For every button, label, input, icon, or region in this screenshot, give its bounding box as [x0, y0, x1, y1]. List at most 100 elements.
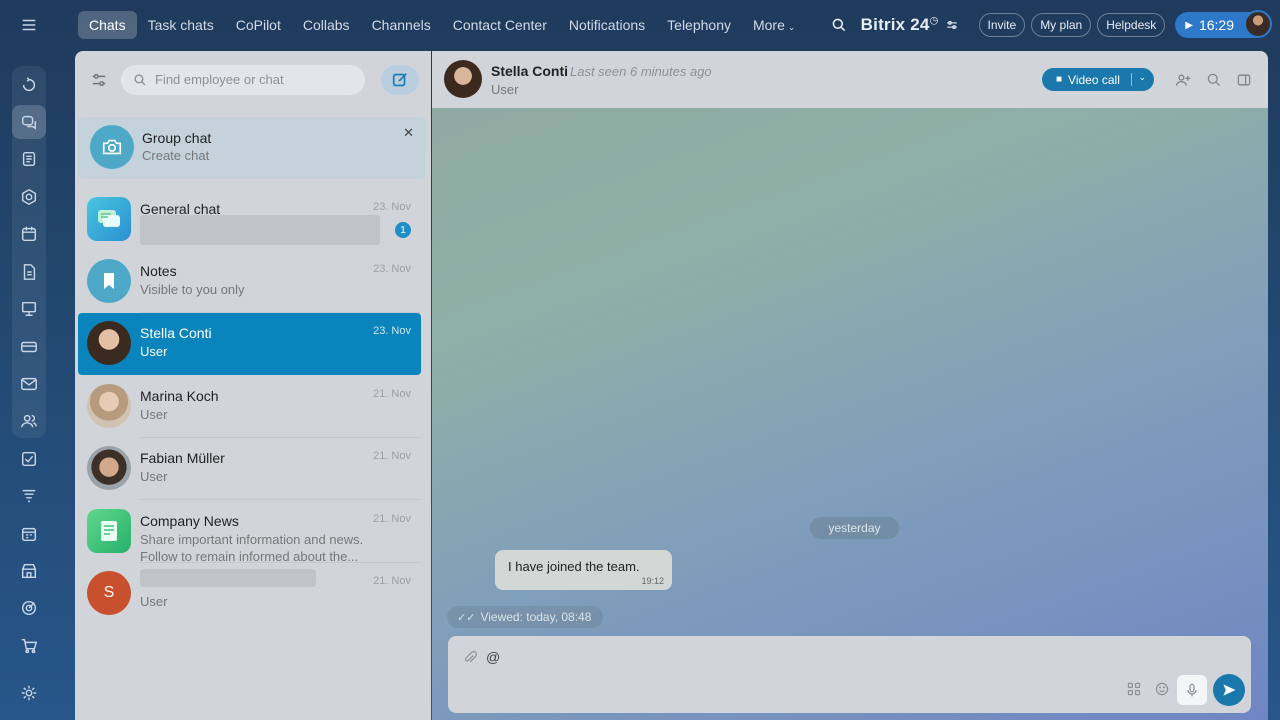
unread-badge: 1 — [395, 222, 411, 238]
camera-icon — [90, 125, 134, 169]
chat-search-input[interactable] — [155, 72, 345, 87]
chat-item-s-user[interactable]: S User 21. Nov — [78, 563, 421, 625]
blurred-name — [140, 569, 316, 587]
left-rail — [0, 0, 60, 720]
board-icon[interactable] — [12, 292, 46, 326]
close-icon[interactable]: ✕ — [403, 125, 414, 141]
nav-task-chats[interactable]: Task chats — [137, 11, 225, 39]
work-time: 16:29 — [1198, 17, 1234, 33]
apps-grid-icon[interactable] — [1125, 680, 1143, 698]
chat-list-header — [75, 51, 431, 108]
search-icon — [134, 73, 146, 85]
contact-role: User — [491, 82, 519, 97]
chat-date: 21. Nov — [373, 450, 411, 462]
last-seen: Last seen 6 minutes ago — [570, 64, 712, 79]
chat-item-stella-conti[interactable]: Stella Conti User 23. Nov — [78, 313, 421, 375]
chat-name: Stella Conti — [140, 325, 212, 341]
brand-name: Bitrix 24 — [860, 15, 930, 34]
activity-stream-icon[interactable] — [12, 68, 46, 102]
search-icon[interactable] — [1204, 70, 1224, 90]
chat-subtitle: Visible to you only — [140, 282, 245, 297]
message-time: 19:12 — [641, 576, 664, 586]
funnel-icon[interactable] — [12, 479, 46, 513]
work-day-button[interactable]: ▶ 16:29 — [1175, 10, 1272, 38]
add-user-icon[interactable] — [1173, 70, 1193, 90]
my-plan-button[interactable]: My plan — [1031, 13, 1092, 37]
nav-telephony[interactable]: Telephony — [656, 11, 742, 39]
chat-item-notes[interactable]: Notes Visible to you only 23. Nov — [78, 251, 421, 313]
avatar — [87, 321, 131, 365]
messenger-icon[interactable] — [12, 105, 46, 139]
emoji-icon[interactable] — [1153, 680, 1171, 698]
feed-icon[interactable] — [12, 142, 46, 176]
filter-sliders-icon[interactable] — [85, 66, 113, 94]
search-icon[interactable] — [831, 17, 847, 33]
chat-item-general-chat[interactable]: General chat 23. Nov 1 — [78, 189, 421, 251]
video-call-button[interactable]: ■ Video call ⌄ — [1042, 68, 1154, 91]
top-bar: Chats Task chats CoPilot Collabs Channel… — [60, 0, 1280, 50]
chat-subtitle: User — [140, 344, 168, 359]
chat-item-marina-koch[interactable]: Marina Koch User 21. Nov — [78, 376, 421, 438]
chat-item-company-news[interactable]: Company News Share important information… — [78, 501, 421, 564]
contact-name[interactable]: Stella Conti — [491, 63, 568, 79]
card-icon[interactable] — [12, 330, 46, 364]
paperclip-icon[interactable] — [462, 650, 478, 666]
general-chat-icon — [87, 197, 131, 241]
chevron-down-icon[interactable]: ⌄ — [1138, 72, 1146, 83]
nav-copilot[interactable]: CoPilot — [225, 11, 292, 39]
nav-chats[interactable]: Chats — [78, 11, 137, 39]
divider — [140, 499, 421, 500]
helpdesk-button[interactable]: Helpdesk — [1097, 13, 1166, 37]
microphone-icon[interactable] — [1177, 675, 1207, 705]
chat-search[interactable] — [121, 64, 365, 95]
tasks-icon[interactable] — [12, 442, 46, 476]
avatar — [87, 446, 131, 490]
video-call-label: Video call — [1068, 72, 1120, 87]
document-icon[interactable] — [12, 255, 46, 289]
schedule-icon[interactable] — [12, 517, 46, 551]
cart-icon[interactable] — [12, 629, 46, 663]
group-chat-banner[interactable]: Group chat Create chat ✕ — [78, 117, 426, 179]
initial-avatar: S — [87, 571, 131, 615]
send-icon — [1223, 684, 1236, 696]
nav-more[interactable]: More ⌄ — [742, 11, 806, 39]
sliders-icon[interactable] — [945, 18, 959, 32]
menu-icon[interactable] — [12, 8, 46, 42]
sidebar-toggle-icon[interactable] — [1234, 70, 1254, 90]
viewed-text: Viewed: today, 08:48 — [480, 610, 592, 624]
user-avatar[interactable] — [1244, 10, 1272, 38]
chat-list-panel: Group chat Create chat ✕ General chat 23… — [75, 51, 431, 720]
calendar-icon[interactable] — [12, 217, 46, 251]
chat-name: Notes — [140, 263, 177, 279]
day-divider: yesterday — [810, 517, 899, 539]
mail-icon[interactable] — [12, 367, 46, 401]
chat-name: Marina Koch — [140, 388, 219, 404]
store-icon[interactable] — [12, 554, 46, 588]
top-navigation: Chats Task chats CoPilot Collabs Channel… — [78, 11, 806, 39]
bookmark-icon — [87, 259, 131, 303]
nav-more-label: More — [752, 17, 785, 33]
settings-gear-icon[interactable] — [12, 676, 46, 710]
target-icon[interactable] — [12, 591, 46, 625]
brand-logo[interactable]: Bitrix 24◷ — [861, 15, 939, 35]
employees-icon[interactable] — [12, 404, 46, 438]
nav-notifications[interactable]: Notifications — [558, 11, 656, 39]
message-composer[interactable]: @ — [448, 636, 1251, 713]
message-bubble[interactable]: I have joined the team. 19:12 — [495, 550, 672, 590]
nav-contact-center[interactable]: Contact Center — [442, 11, 558, 39]
blurred-preview — [140, 215, 380, 245]
chevron-down-icon: ⌄ — [787, 22, 796, 32]
nav-channels[interactable]: Channels — [361, 11, 442, 39]
hexagon-icon[interactable] — [12, 180, 46, 214]
chat-item-fabian-muller[interactable]: Fabian Müller User 21. Nov — [78, 438, 421, 500]
chat-date: 23. Nov — [373, 263, 411, 275]
message-input[interactable]: @ — [486, 649, 500, 665]
new-chat-button[interactable] — [381, 65, 419, 95]
invite-button[interactable]: Invite — [978, 13, 1026, 37]
contact-avatar[interactable] — [444, 60, 482, 98]
compose-icon — [392, 73, 407, 87]
nav-collabs[interactable]: Collabs — [292, 11, 361, 39]
send-button[interactable] — [1213, 674, 1245, 706]
message-text: I have joined the team. — [508, 559, 640, 574]
conversation-panel: Stella Conti Last seen 6 minutes ago Use… — [432, 51, 1268, 720]
